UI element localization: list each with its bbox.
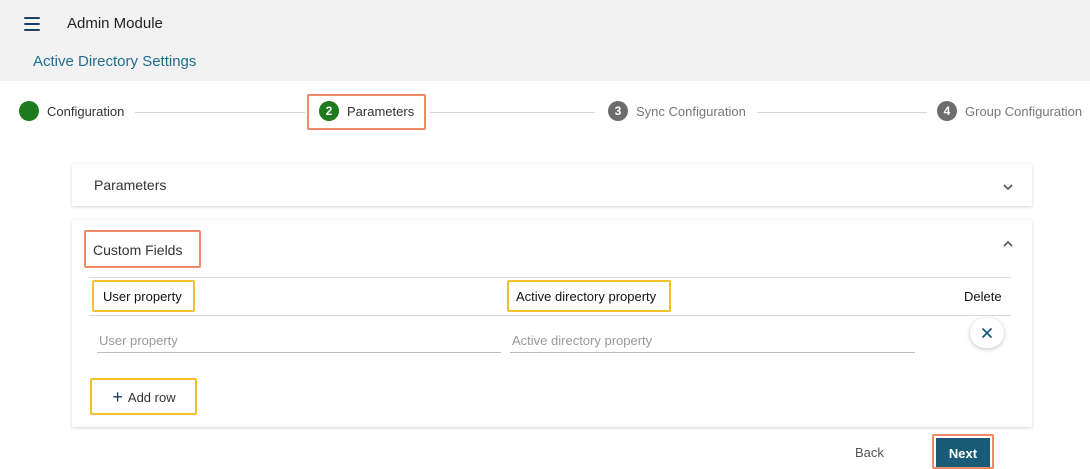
highlight-box bbox=[92, 280, 195, 312]
highlight-box bbox=[84, 230, 201, 268]
step-group-configuration[interactable]: 4 Group Configuration bbox=[937, 101, 1082, 121]
delete-row-button[interactable] bbox=[970, 318, 1004, 348]
highlight-box bbox=[932, 434, 994, 469]
back-button[interactable]: Back bbox=[855, 445, 884, 460]
app-title: Admin Module bbox=[67, 15, 163, 32]
close-icon bbox=[982, 328, 992, 338]
step-sync-configuration[interactable]: 3 Sync Configuration bbox=[608, 101, 746, 121]
step-connector bbox=[430, 112, 595, 113]
wizard-stepper: Configuration 2 Parameters 3 Sync Config… bbox=[0, 88, 1090, 134]
divider bbox=[89, 315, 1011, 316]
highlight-box bbox=[507, 280, 671, 312]
step-configuration[interactable]: Configuration bbox=[19, 101, 124, 121]
step-complete-icon bbox=[19, 101, 39, 121]
hamburger-menu-icon[interactable] bbox=[24, 17, 40, 31]
step-label: Configuration bbox=[47, 103, 125, 119]
divider bbox=[89, 277, 1011, 278]
panel-title: Parameters bbox=[94, 177, 167, 193]
highlight-box bbox=[307, 94, 426, 130]
step-number: 4 bbox=[937, 101, 957, 121]
step-label: Sync Configuration bbox=[636, 103, 746, 119]
step-connector bbox=[135, 112, 305, 113]
parameters-panel[interactable]: Parameters bbox=[72, 164, 1032, 206]
page-title: Active Directory Settings bbox=[33, 53, 197, 70]
chevron-up-icon[interactable] bbox=[1002, 238, 1014, 250]
top-bar: Admin Module Active Directory Settings bbox=[0, 0, 1090, 81]
ad-property-input[interactable] bbox=[510, 329, 915, 353]
step-number: 3 bbox=[608, 101, 628, 121]
user-property-input[interactable] bbox=[97, 329, 501, 353]
custom-fields-panel bbox=[72, 220, 1032, 427]
step-label: Group Configuration bbox=[965, 103, 1083, 119]
step-connector bbox=[757, 112, 927, 113]
highlight-box bbox=[90, 378, 197, 415]
column-header-delete: Delete bbox=[964, 289, 1002, 304]
chevron-down-icon[interactable] bbox=[1002, 181, 1014, 193]
